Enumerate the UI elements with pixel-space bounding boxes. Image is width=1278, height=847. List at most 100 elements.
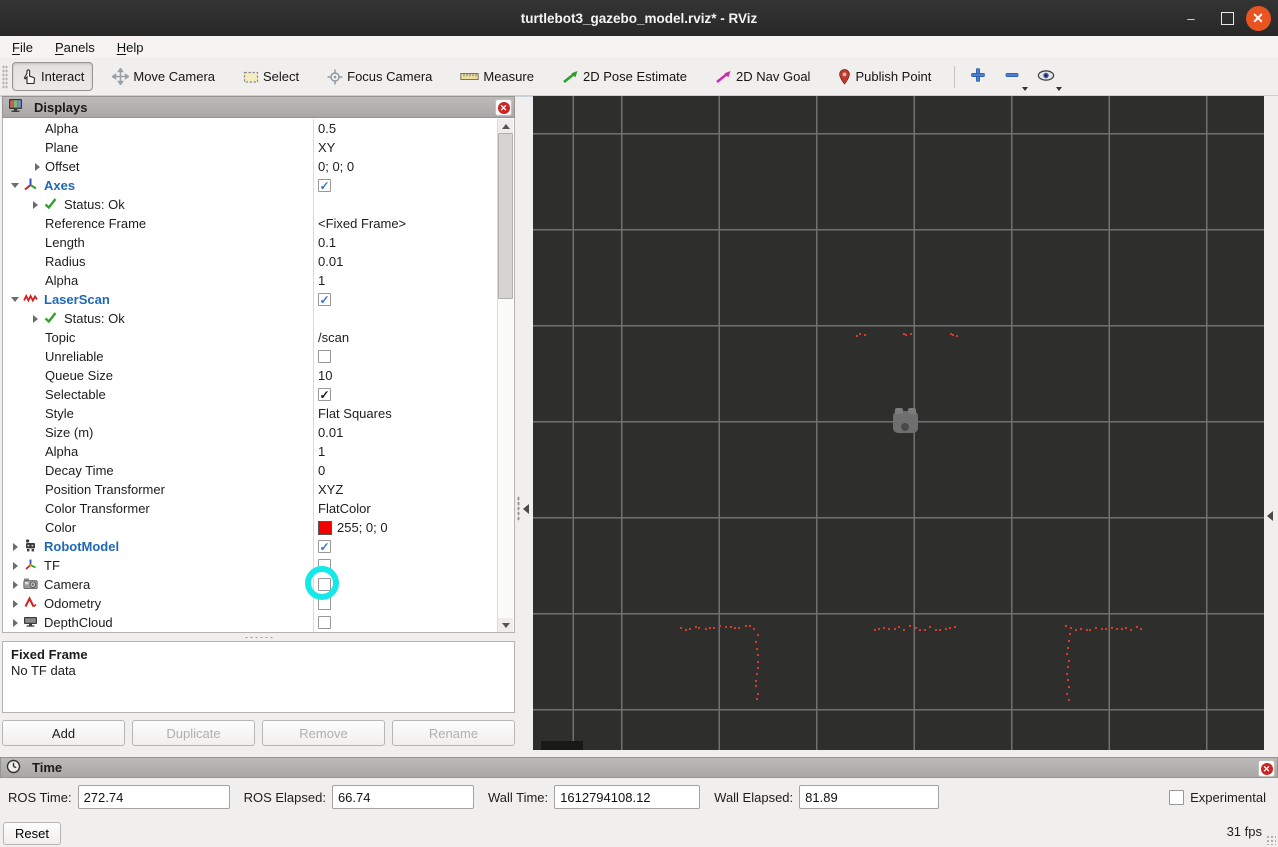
tree-row-status-ok[interactable]: Status: Ok: [3, 195, 497, 214]
time-panel-header[interactable]: Time ✕: [0, 757, 1278, 778]
tree-row-axes[interactable]: Axes✓: [3, 176, 497, 195]
value-alpha[interactable]: 1: [318, 273, 325, 288]
displays-panel-header[interactable]: Displays ✕: [2, 96, 515, 118]
dropdown-caret-icon[interactable]: [1056, 87, 1062, 91]
tree-row-robotmodel[interactable]: RobotModel✓: [3, 537, 497, 556]
value-reference-frame[interactable]: <Fixed Frame>: [318, 216, 406, 231]
render-viewport-3d[interactable]: [533, 96, 1264, 750]
expander-open-icon[interactable]: [7, 297, 23, 302]
tree-row-alpha[interactable]: Alpha1: [3, 442, 497, 461]
tree-row-alpha[interactable]: Alpha0.5: [3, 119, 497, 138]
experimental-checkbox-group[interactable]: Experimental: [1169, 790, 1266, 805]
tree-row-unreliable[interactable]: Unreliable: [3, 347, 497, 366]
tree-splitter-handle[interactable]: [2, 633, 515, 641]
value-position-transformer[interactable]: XYZ: [318, 482, 343, 497]
tree-row-size-m[interactable]: Size (m)0.01: [3, 423, 497, 442]
reset-button[interactable]: Reset: [3, 822, 61, 845]
expander-closed-icon[interactable]: [27, 315, 43, 323]
scrollbar-down-arrow[interactable]: [498, 618, 513, 632]
checkbox-camera[interactable]: [318, 578, 331, 591]
tool-publish-point-button[interactable]: Publish Point: [829, 63, 940, 91]
splitter-collapse-left-icon[interactable]: [523, 504, 529, 514]
value-size-m[interactable]: 0.01: [318, 425, 343, 440]
tool-view-visibility-button[interactable]: [1033, 64, 1059, 90]
tree-row-depthcloud[interactable]: DepthCloud: [3, 613, 497, 632]
tree-row-camera[interactable]: Camera: [3, 575, 497, 594]
tool-zoom-out-button[interactable]: [999, 64, 1025, 90]
wall-time-input[interactable]: [554, 785, 700, 809]
minimize-button[interactable]: –: [1176, 0, 1206, 36]
tree-row-status-ok[interactable]: Status: Ok: [3, 309, 497, 328]
value-offset[interactable]: 0; 0; 0: [318, 159, 354, 174]
checkbox-axes[interactable]: ✓: [318, 179, 331, 192]
tree-row-tf[interactable]: TF: [3, 556, 497, 575]
right-dock-strip[interactable]: [1264, 96, 1278, 750]
scrollbar-up-arrow[interactable]: [498, 119, 513, 133]
expander-closed-icon[interactable]: [29, 163, 45, 171]
time-panel-close-button[interactable]: ✕: [1258, 760, 1275, 777]
dropdown-caret-icon[interactable]: [1022, 87, 1028, 91]
tree-row-color-transformer[interactable]: Color TransformerFlatColor: [3, 499, 497, 518]
expander-closed-icon[interactable]: [7, 600, 23, 608]
window-resize-grip[interactable]: [1266, 835, 1276, 845]
tree-row-laserscan[interactable]: LaserScan✓: [3, 290, 497, 309]
menu-panels[interactable]: Panels: [45, 38, 105, 57]
checkbox-unreliable[interactable]: [318, 350, 331, 363]
tree-row-topic[interactable]: Topic/scan: [3, 328, 497, 347]
value-topic[interactable]: /scan: [318, 330, 349, 345]
wall-elapsed-input[interactable]: [799, 785, 939, 809]
tree-row-radius[interactable]: Radius0.01: [3, 252, 497, 271]
tool-2d-nav-goal-button[interactable]: 2D Nav Goal: [706, 63, 819, 90]
tool-select-button[interactable]: Select: [234, 63, 308, 90]
tree-row-selectable[interactable]: Selectable✓: [3, 385, 497, 404]
tree-row-offset[interactable]: Offset0; 0; 0: [3, 157, 497, 176]
value-color[interactable]: 255; 0; 0: [337, 520, 388, 535]
expander-closed-icon[interactable]: [27, 201, 43, 209]
menu-file[interactable]: File: [2, 38, 43, 57]
expander-closed-icon[interactable]: [7, 543, 23, 551]
panel-splitter[interactable]: [515, 96, 533, 750]
scrollbar-thumb[interactable]: [498, 133, 513, 299]
right-collapse-arrow-icon[interactable]: [1267, 511, 1273, 521]
experimental-checkbox[interactable]: [1169, 790, 1184, 805]
expander-closed-icon[interactable]: [7, 562, 23, 570]
checkbox-robotmodel[interactable]: ✓: [318, 540, 331, 553]
ros-time-input[interactable]: [78, 785, 230, 809]
add-button[interactable]: Add: [2, 720, 125, 746]
tree-row-decay-time[interactable]: Decay Time0: [3, 461, 497, 480]
value-alpha[interactable]: 0.5: [318, 121, 336, 136]
checkbox-selectable[interactable]: ✓: [318, 388, 331, 401]
value-plane[interactable]: XY: [318, 140, 335, 155]
tool-measure-button[interactable]: Measure: [451, 63, 543, 90]
checkbox-depthcloud[interactable]: [318, 616, 331, 629]
value-alpha[interactable]: 1: [318, 444, 325, 459]
expander-closed-icon[interactable]: [7, 619, 23, 627]
tool-move-camera-button[interactable]: Move Camera: [103, 62, 224, 91]
expander-open-icon[interactable]: [7, 183, 23, 188]
splitter-grip-dots[interactable]: [517, 496, 520, 522]
ros-elapsed-input[interactable]: [332, 785, 474, 809]
tree-row-position-transformer[interactable]: Position TransformerXYZ: [3, 480, 497, 499]
tool-zoom-in-button[interactable]: [965, 64, 991, 90]
tree-row-odometry[interactable]: Odometry: [3, 594, 497, 613]
tool-interact-button[interactable]: Interact: [12, 62, 93, 91]
expander-closed-icon[interactable]: [7, 581, 23, 589]
value-color-transformer[interactable]: FlatColor: [318, 501, 371, 516]
tree-row-plane[interactable]: PlaneXY: [3, 138, 497, 157]
tree-row-length[interactable]: Length0.1: [3, 233, 497, 252]
tree-row-reference-frame[interactable]: Reference Frame<Fixed Frame>: [3, 214, 497, 233]
value-length[interactable]: 0.1: [318, 235, 336, 250]
tree-row-style[interactable]: StyleFlat Squares: [3, 404, 497, 423]
toolbar-drag-handle[interactable]: [2, 65, 8, 89]
tree-row-alpha[interactable]: Alpha1: [3, 271, 497, 290]
value-radius[interactable]: 0.01: [318, 254, 343, 269]
menu-help[interactable]: Help: [107, 38, 154, 57]
checkbox-laserscan[interactable]: ✓: [318, 293, 331, 306]
turtlebot-robot-model[interactable]: [893, 411, 918, 433]
tree-row-queue-size[interactable]: Queue Size10: [3, 366, 497, 385]
checkbox-tf[interactable]: [318, 559, 331, 572]
title-bar[interactable]: turtlebot3_gazebo_model.rviz* - RViz – ✕: [0, 0, 1278, 36]
displays-panel-close-button[interactable]: ✕: [495, 99, 512, 116]
tool-focus-camera-button[interactable]: Focus Camera: [318, 63, 441, 91]
tree-row-color[interactable]: Color255; 0; 0: [3, 518, 497, 537]
